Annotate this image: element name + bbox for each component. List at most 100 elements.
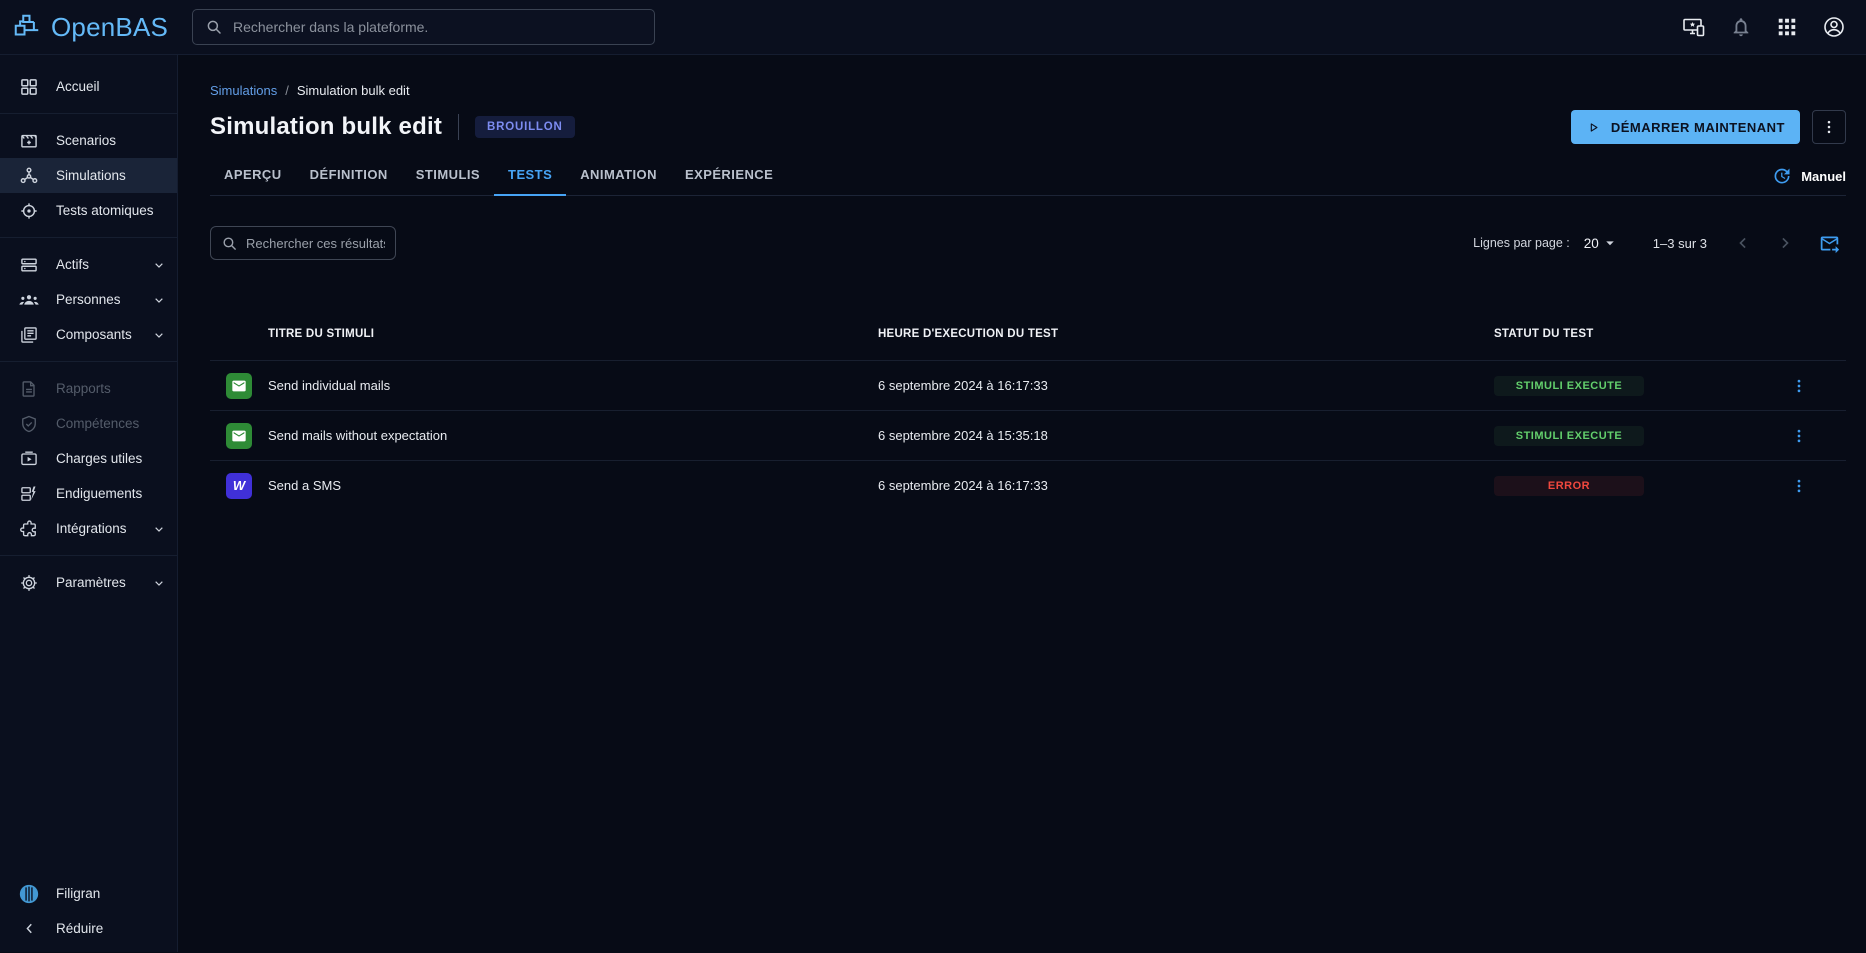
storage-icon [18,255,40,275]
notifications-bell-icon[interactable] [1730,16,1752,38]
next-page-button[interactable] [1775,233,1795,253]
pagination: Lignes par page : 20 1–3 sur 3 [1473,233,1846,254]
table-header-row: TITRE DU STIMULI HEURE D'EXECUTION DU TE… [210,308,1846,360]
sidebar-item-accueil[interactable]: Accueil [0,69,177,104]
sidebar-item-actifs[interactable]: Actifs [0,247,177,282]
tab-apercu[interactable]: APERÇU [210,167,296,195]
dashboard-icon [18,77,40,97]
sidebar-item-label: Scenarios [56,133,116,148]
sidebar-item-scenarios[interactable]: Scenarios [0,123,177,158]
sidebar-item-endiguements[interactable]: Endiguements [0,476,177,511]
chevron-left-icon [18,920,40,937]
topbar: OpenBAS [0,0,1866,55]
title-row: Simulation bulk edit BROUILLON DÉMARRER … [210,110,1846,144]
apps-grid-icon[interactable] [1776,16,1798,38]
sidebar-item-tests-atomiques[interactable]: Tests atomiques [0,193,177,228]
tab-definition[interactable]: DÉFINITION [296,167,402,195]
table-row[interactable]: W Send a SMS 6 septembre 2024 à 16:17:33… [210,460,1846,510]
row-kebab-menu-button[interactable] [1790,477,1808,495]
sidebar-divider [0,237,177,238]
sidebar-item-label: Compétences [56,416,139,431]
account-circle-icon[interactable] [1822,15,1846,39]
app-logo[interactable]: OpenBAS [0,12,178,43]
sidebar-item-label: Composants [56,327,132,342]
sidebar-item-label: Intégrations [56,521,127,536]
tab-experience[interactable]: EXPÉRIENCE [671,167,787,195]
hub-icon [18,166,40,186]
chevron-down-icon [151,327,167,343]
column-header-status: STATUT DU TEST [1494,328,1644,340]
page-title: Simulation bulk edit [210,113,442,141]
openbas-logo-icon [12,12,42,42]
test-title: Send individual mails [268,378,878,393]
mode-indicator: Manuel [1772,166,1846,195]
mode-label: Manuel [1801,169,1846,184]
caret-down-icon [1601,234,1619,252]
groups-icon [18,289,40,311]
sidebar-item-composants[interactable]: Composants [0,317,177,352]
main-content: Simulations / Simulation bulk edit Simul… [178,55,1866,952]
email-icon [226,423,252,449]
column-header-title: TITRE DU STIMULI [268,328,878,340]
previous-page-button[interactable] [1733,233,1753,253]
breadcrumb-simulations-link[interactable]: Simulations [210,83,277,98]
sidebar-item-parametres[interactable]: Paramètres [0,565,177,600]
sidebar-item-simulations[interactable]: Simulations [0,158,177,193]
row-kebab-menu-button[interactable] [1790,377,1808,395]
rows-per-page-select[interactable]: 20 [1584,234,1619,252]
results-toolbar: Lignes par page : 20 1–3 sur 3 [210,226,1846,260]
results-search[interactable] [210,226,396,260]
test-title: Send a SMS [268,478,878,493]
pagination-range: 1–3 sur 3 [1653,236,1707,251]
sms-icon: W [226,473,252,499]
status-badge: STIMULI EXECUTE [1494,426,1644,446]
important-devices-icon[interactable] [1682,15,1706,39]
collapse-sidebar-button[interactable]: Réduire [0,911,177,946]
sidebar-item-label: Charges utiles [56,451,142,466]
tab-stimulis[interactable]: STIMULIS [402,167,494,195]
breadcrumb-separator: / [285,83,289,98]
page-kebab-menu-button[interactable] [1812,110,1846,144]
chevron-down-icon [151,521,167,537]
platform-search-input[interactable] [233,19,642,35]
puzzle-icon [18,519,40,539]
sidebar-item-label: Simulations [56,168,126,183]
sidebar-item-label: Tests atomiques [56,203,154,218]
status-badge: STIMULI EXECUTE [1494,376,1644,396]
filigran-link[interactable]: Filigran [0,876,177,911]
send-mail-export-icon[interactable] [1819,233,1840,254]
test-execution-time: 6 septembre 2024 à 16:17:33 [878,478,1494,493]
chevron-down-icon [151,292,167,308]
rows-per-page-label: Lignes par page : [1473,236,1570,250]
tab-tests[interactable]: TESTS [494,167,566,195]
breadcrumb: Simulations / Simulation bulk edit [210,83,1846,98]
sidebar-item-rapports: Rapports [0,371,177,406]
sidebar-item-label: Actifs [56,257,89,272]
tab-animation[interactable]: ANIMATION [566,167,671,195]
gear-icon [18,573,40,593]
logo-text: OpenBAS [51,12,168,43]
sidebar-item-label: Paramètres [56,575,126,590]
collapse-label: Réduire [56,921,103,936]
sidebar-item-label: Endiguements [56,486,142,501]
platform-search[interactable] [192,9,655,45]
filigran-logo-icon [18,883,40,905]
search-icon [221,235,238,252]
search-icon [205,18,223,36]
start-now-button[interactable]: DÉMARRER MAINTENANT [1571,110,1800,144]
sidebar-item-competences: Compétences [0,406,177,441]
status-badge: ERROR [1494,476,1644,496]
row-kebab-menu-button[interactable] [1790,427,1808,445]
smart-display-icon [18,449,40,469]
sidebar-item-personnes[interactable]: Personnes [0,282,177,317]
table-row[interactable]: Send individual mails 6 septembre 2024 à… [210,360,1846,410]
kebab-icon [1820,118,1838,136]
results-search-input[interactable] [246,236,385,251]
sidebar-item-integrations[interactable]: Intégrations [0,511,177,546]
test-execution-time: 6 septembre 2024 à 15:35:18 [878,428,1494,443]
sidebar-footer: Filigran Réduire [0,876,177,952]
sidebar-item-charges-utiles[interactable]: Charges utiles [0,441,177,476]
sidebar-item-label: Accueil [56,79,100,94]
table-row[interactable]: Send mails without expectation 6 septemb… [210,410,1846,460]
shield-check-icon [18,414,40,434]
